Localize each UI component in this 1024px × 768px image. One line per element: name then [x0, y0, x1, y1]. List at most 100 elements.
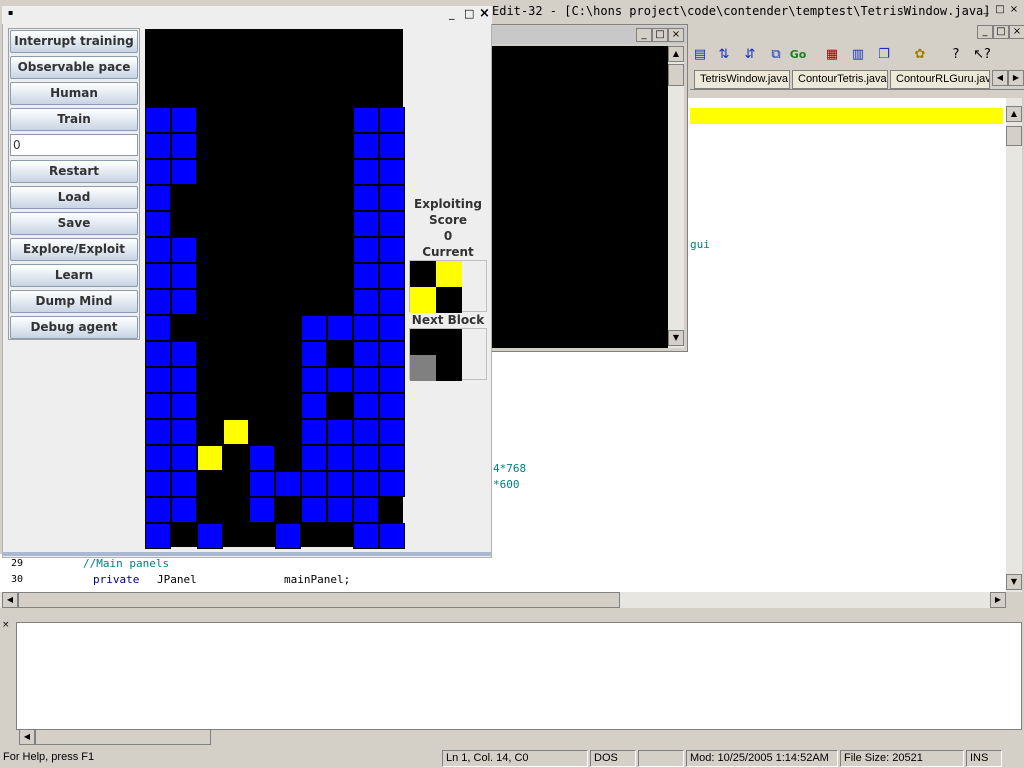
board-cell — [145, 315, 171, 341]
learn-button[interactable]: Learn — [10, 264, 138, 287]
context-help-icon[interactable]: ↖? — [972, 45, 992, 65]
restart-button[interactable]: Restart — [10, 160, 138, 183]
board-cell — [171, 497, 197, 523]
preview-cell — [436, 329, 462, 355]
tab-contourtetris[interactable]: ContourTetris.java — [792, 70, 888, 89]
close-icon[interactable]: × — [479, 6, 490, 21]
board-cell — [171, 237, 197, 263]
go-icon[interactable]: Go — [788, 45, 808, 65]
project-icon[interactable]: ✿ — [910, 45, 930, 65]
child-scroll-up-icon[interactable]: ▲ — [668, 46, 684, 62]
board-cell — [145, 367, 171, 393]
child-canvas — [492, 46, 668, 348]
interrupt-training-button[interactable]: Interrupt training — [10, 30, 138, 53]
help-icon[interactable]: ? — [946, 45, 966, 65]
scroll-thumb[interactable] — [1006, 126, 1022, 146]
status-bar: For Help, press F1 Ln 1, Col. 14, C0 DOS… — [0, 748, 1024, 768]
scroll-left-icon[interactable]: ◀ — [2, 592, 18, 608]
close-button[interactable]: × — [1006, 4, 1022, 18]
status-mode: INS — [966, 750, 1002, 767]
class-browser-icon[interactable]: ⧉ — [766, 45, 786, 65]
save-button[interactable]: Save — [10, 212, 138, 235]
horizontal-scrollbar[interactable]: ◀ ▶ — [0, 592, 1006, 608]
status-empty — [638, 750, 684, 767]
board-cell — [353, 107, 379, 133]
scroll-right-icon[interactable]: ▶ — [990, 592, 1006, 608]
board-cell — [327, 471, 353, 497]
mdi-close-button[interactable]: × — [1009, 25, 1024, 39]
tab-tetriswindow[interactable]: TetrisWindow.java — [694, 70, 790, 89]
board-cell — [275, 471, 301, 497]
code-lines[interactable]: //Main panels private JPanel mainPanel; — [26, 554, 1006, 592]
board-cell — [145, 419, 171, 445]
hscroll-thumb[interactable] — [18, 592, 620, 608]
dump-mind-button[interactable]: Dump Mind — [10, 290, 138, 313]
window-2-icon[interactable]: ▥ — [848, 45, 868, 65]
board-cell — [171, 393, 197, 419]
train-button[interactable]: Train — [10, 108, 138, 131]
board-cell — [353, 315, 379, 341]
minimize-icon[interactable]: _ — [449, 7, 455, 20]
child-scroll-thumb[interactable] — [668, 64, 684, 86]
menu-bar: _ □ × — [690, 22, 1024, 42]
code-fragment: *600 — [493, 478, 520, 491]
board-cell — [379, 159, 405, 185]
tab-scroll-left-icon[interactable]: ◀ — [992, 70, 1008, 86]
board-cell — [379, 133, 405, 159]
board-cell — [353, 523, 379, 549]
board-cell — [301, 497, 327, 523]
board-cell — [275, 523, 301, 549]
board-cell — [353, 445, 379, 471]
board-cell — [301, 367, 327, 393]
board-cell — [353, 211, 379, 237]
child-close-button[interactable]: × — [668, 28, 684, 42]
tetris-board — [145, 29, 405, 549]
child-maximize-button[interactable]: □ — [652, 28, 668, 42]
board-cell — [353, 497, 379, 523]
human-button[interactable]: Human — [10, 82, 138, 105]
current-block-preview — [409, 260, 487, 313]
board-cell — [171, 159, 197, 185]
tetris-title-bar[interactable]: ▪ _ □ × — [2, 6, 492, 24]
child-scrollbar[interactable]: ▲ ▼ — [668, 46, 684, 348]
observable-pace-button[interactable]: Observable pace — [10, 56, 138, 79]
board-cell — [379, 445, 405, 471]
tile-horizontal-icon[interactable]: ▤ — [690, 45, 710, 65]
tetris-window-bottom-edge — [2, 552, 492, 556]
mdi-minimize-button[interactable]: _ — [977, 25, 993, 39]
run-icon[interactable]: ⇵ — [740, 45, 760, 65]
scroll-up-icon[interactable]: ▲ — [1006, 106, 1022, 122]
build-icon[interactable]: ⇅ — [714, 45, 734, 65]
preview-cell — [410, 329, 436, 355]
code-fragment: gui — [690, 238, 710, 251]
window-icon[interactable]: ▦ — [822, 45, 842, 65]
board-cell — [171, 133, 197, 159]
editor-window-controls: _ □ × — [978, 4, 1022, 18]
explore-exploit-button[interactable]: Explore/Exploit — [10, 238, 138, 261]
load-button[interactable]: Load — [10, 186, 138, 209]
output-scroll-left-icon[interactable]: ◀ — [19, 729, 35, 745]
line-number-gutter: 29 30 — [0, 554, 26, 592]
code-comment: //Main panels — [30, 557, 170, 570]
cascade-icon[interactable]: ❐ — [874, 45, 894, 65]
board-cell — [301, 445, 327, 471]
maximize-icon[interactable]: □ — [464, 7, 474, 20]
board-cell — [379, 107, 405, 133]
board-cell — [145, 445, 171, 471]
file-tab-bar: TetrisWindow.java ContourTetris.java Con… — [690, 68, 1024, 90]
child-scroll-down-icon[interactable]: ▼ — [668, 330, 684, 346]
vertical-scrollbar[interactable]: ▲ ▼ — [1006, 98, 1022, 592]
close-pane-icon[interactable]: × — [2, 620, 10, 630]
code-type: JPanel — [157, 573, 197, 586]
training-episodes-input[interactable]: 0 — [10, 134, 138, 156]
board-cell — [171, 367, 197, 393]
scroll-down-icon[interactable]: ▼ — [1006, 574, 1022, 590]
tab-contourrlguru[interactable]: ContourRLGuru.jav — [890, 70, 990, 89]
output-area[interactable]: ◀ — [16, 622, 1022, 745]
tab-scroll-right-icon[interactable]: ▶ — [1008, 70, 1024, 86]
child-window-title-bar[interactable]: _ □ × — [492, 26, 686, 44]
child-minimize-button[interactable]: _ — [636, 28, 652, 42]
debug-agent-button[interactable]: Debug agent — [10, 316, 138, 339]
output-hscroll-thumb[interactable] — [35, 729, 211, 745]
mdi-restore-button[interactable]: □ — [993, 25, 1009, 39]
